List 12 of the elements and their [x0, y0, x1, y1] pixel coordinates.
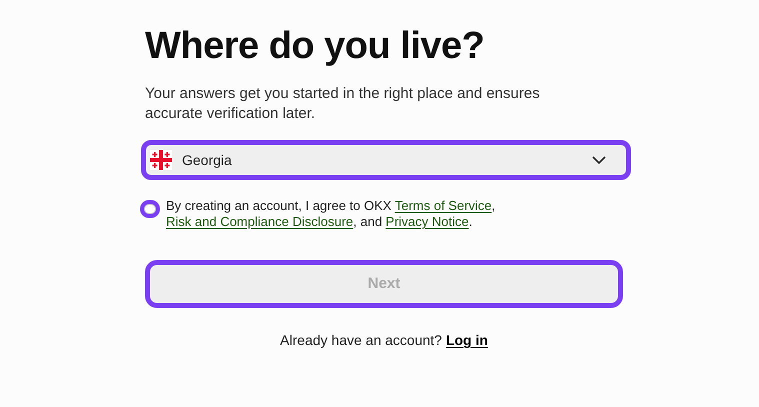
- country-select[interactable]: Georgia: [141, 140, 631, 180]
- policy-link[interactable]: Terms of Service: [394, 198, 492, 213]
- agreement-checkbox[interactable]: [144, 204, 156, 214]
- policy-link[interactable]: Risk and Compliance Disclosure: [166, 214, 354, 229]
- agreement-text: By creating an account, I agree to OKX Terms of Service, Risk and Compliance Disclosure, and Privacy Notice.: [166, 198, 496, 230]
- georgia-flag-icon: [150, 150, 172, 170]
- page-title: Where do you live?: [145, 24, 486, 69]
- policy-link[interactable]: Privacy Notice: [386, 214, 469, 229]
- login-prompt: Already have an account?: [280, 331, 442, 350]
- subtitle: Your answers get you started in the right place and ensures accurate verification later.: [145, 84, 541, 124]
- chevron-down-icon: [592, 156, 606, 164]
- login-link[interactable]: Log in: [446, 330, 488, 351]
